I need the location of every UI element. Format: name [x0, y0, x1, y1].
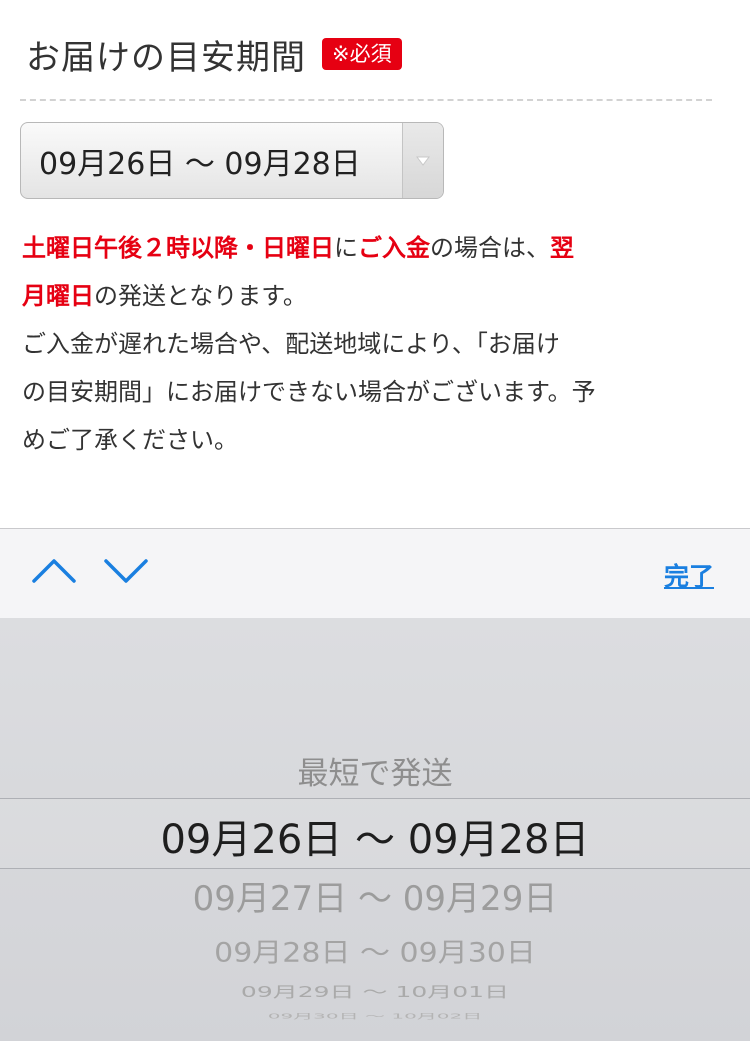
notice-line-4: の目安期間」にお届けできない場合がございます。予	[22, 378, 596, 406]
picker-option[interactable]: 09月27日 〜 09月29日	[0, 871, 750, 920]
notice-line-1: 土曜日午後２時以降・日曜日にご入金の場合は、翌	[22, 224, 702, 272]
dropdown-triangle-icon	[402, 123, 443, 198]
section-header: お届けの目安期間 ※必須	[26, 26, 402, 82]
chevron-down-icon[interactable]	[102, 555, 150, 587]
notice-line-2: 月曜日の発送となります。	[22, 272, 702, 320]
weekend-payment-text: 土曜日午後２時以降・日曜日	[22, 234, 334, 262]
notice-text: に	[334, 234, 358, 262]
shipping-notice: 土曜日午後２時以降・日曜日にご入金の場合は、翌 月曜日の発送となります。 ご入金…	[22, 224, 702, 464]
period-picker-wheel[interactable]: 最短で発送 09月26日 〜 09月28日 09月27日 〜 09月29日 09…	[0, 618, 750, 1041]
notice-line-5: めご了承ください。	[22, 426, 238, 454]
picker-option[interactable]: 09月30日 〜 10月02日	[0, 1010, 750, 1020]
keyboard-toolbar: 完了	[0, 528, 750, 618]
required-badge: ※必須	[322, 38, 402, 70]
notice-text: の発送となります。	[94, 282, 307, 310]
payment-text: ご入金	[358, 234, 430, 262]
notice-line-3: ご入金が遅れた場合や、配送地域により、「お届け	[22, 330, 560, 358]
section-title: お届けの目安期間	[26, 37, 306, 78]
picker-option-selected[interactable]: 09月26日 〜 09月28日	[0, 807, 750, 865]
picker-option[interactable]: 最短で発送	[0, 748, 750, 793]
next-text: 翌	[550, 234, 574, 262]
monday-text: 月曜日	[22, 282, 94, 310]
chevron-up-icon[interactable]	[30, 555, 78, 587]
picker-option[interactable]: 09月29日 〜 10月01日	[0, 980, 750, 1002]
dashed-divider	[20, 99, 712, 101]
notice-text: の場合は、	[430, 234, 550, 262]
picker-option[interactable]: 09月28日 〜 09月30日	[0, 931, 750, 970]
done-button[interactable]: 完了	[664, 557, 714, 593]
delivery-period-select[interactable]: 09月26日 〜 09月28日	[20, 122, 444, 199]
delivery-period-value: 09月26日 〜 09月28日	[39, 146, 361, 182]
